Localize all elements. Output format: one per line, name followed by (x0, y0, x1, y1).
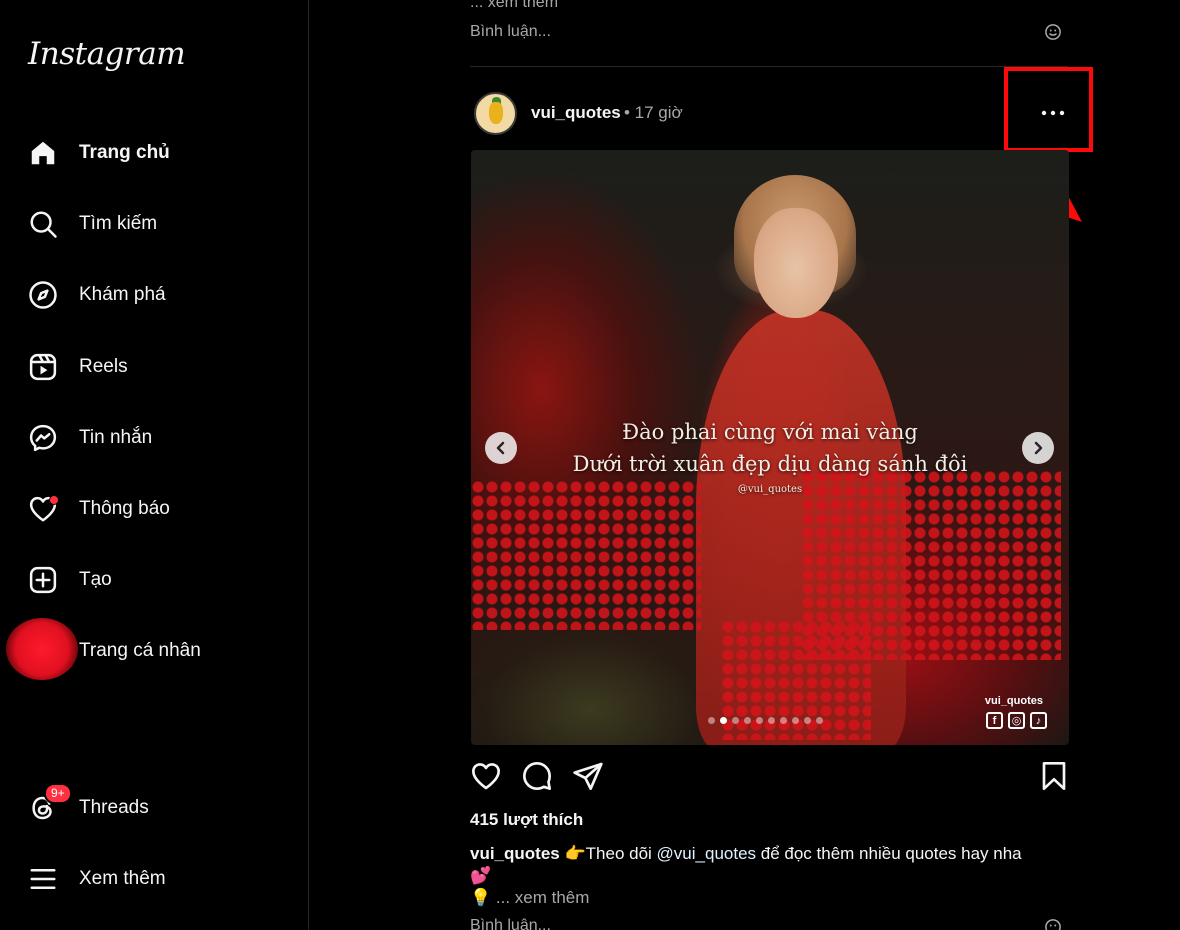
comment-icon[interactable] (521, 760, 553, 792)
sidebar-item-label: Tin nhắn (79, 427, 153, 448)
chevron-left-icon (496, 441, 505, 455)
instagram-logo[interactable]: Instagram (28, 36, 186, 72)
sidebar-item-label: Reels (79, 356, 128, 377)
sidebar-item-label: Xem thêm (79, 868, 166, 889)
comment-input[interactable]: Bình luận... (470, 917, 551, 930)
post-divider (470, 66, 1068, 67)
annotation-highlight-box (1004, 67, 1093, 152)
carousel-dot (756, 717, 763, 724)
sidebar-item-threads[interactable]: 9+ Threads (26, 783, 296, 830)
post-avatar[interactable] (474, 92, 517, 135)
sidebar-item-explore[interactable]: Khám phá (26, 273, 296, 317)
caption-text-end: để đọc thêm nhiều quotes hay nha (756, 844, 1022, 863)
emoji-icon[interactable] (1044, 918, 1062, 930)
notification-dot (49, 495, 59, 505)
image-quote-line-2: Dưới trời xuân đẹp dịu dàng sánh đôi (572, 452, 968, 476)
tiktok-icon: ♪ (1030, 712, 1047, 729)
post-caption: vui_quotes 👉Theo dõi @vui_quotes để đọc … (470, 843, 1068, 887)
carousel-dot (720, 717, 727, 724)
sidebar-item-label: Thông báo (79, 498, 170, 519)
sidebar-item-messages[interactable]: Tin nhắn (26, 416, 296, 460)
threads-icon: 9+ (26, 783, 72, 825)
sidebar-item-create[interactable]: Tạo (26, 558, 296, 602)
carousel-dot (744, 717, 751, 724)
carousel-dot (732, 717, 739, 724)
caption-emoji: 💕 (470, 866, 492, 885)
sidebar-item-label: Khám phá (79, 284, 166, 305)
sidebar-item-more[interactable]: Xem thêm (26, 857, 296, 901)
caption-more-link[interactable]: 💡 ... xem thêm (470, 888, 589, 908)
carousel-indicator (708, 717, 823, 724)
carousel-dot (804, 717, 811, 724)
post-image[interactable]: Đào phai cùng với mai vàng Dưới trời xuâ… (471, 150, 1069, 745)
carousel-dot (768, 717, 775, 724)
compass-icon (26, 278, 60, 312)
menu-icon (26, 862, 60, 896)
caption-text: 👉Theo dõi (564, 844, 657, 863)
heart-icon (26, 492, 60, 526)
caption-username[interactable]: vui_quotes (470, 844, 560, 863)
sidebar-item-profile[interactable]: Trang cá nhân (26, 629, 296, 673)
sidebar-item-label: Tạo (79, 569, 112, 590)
sidebar-item-label: Trang cá nhân (79, 640, 201, 661)
sidebar: Instagram Trang chủ Tìm kiếm Khám phá Re… (0, 0, 309, 930)
carousel-prev-button[interactable] (485, 432, 517, 464)
bookmark-icon[interactable] (1038, 760, 1070, 792)
reels-icon (26, 350, 60, 384)
carousel-dot (708, 717, 715, 724)
facebook-icon: f (986, 712, 1003, 729)
messenger-icon (26, 421, 60, 455)
carousel-dot (792, 717, 799, 724)
sidebar-item-notifications[interactable]: Thông báo (26, 487, 296, 531)
carousel-dot (780, 717, 787, 724)
sidebar-item-label: Trang chủ (79, 142, 170, 163)
previous-post-more-link[interactable]: ... xem thêm (470, 0, 558, 12)
chevron-right-icon (1034, 441, 1043, 455)
sidebar-item-label: Threads (79, 797, 149, 818)
sidebar-item-reels[interactable]: Reels (26, 345, 296, 389)
image-watermark: vui_quotes (984, 695, 1043, 707)
sidebar-item-home[interactable]: Trang chủ (26, 131, 296, 175)
threads-badge: 9+ (44, 783, 72, 804)
carousel-dot (816, 717, 823, 724)
like-count[interactable]: 415 lượt thích (470, 810, 583, 830)
post-username[interactable]: vui_quotes (531, 103, 621, 123)
previous-post-comment-input[interactable]: Bình luận... (470, 23, 551, 41)
watermark-social-icons: f ◎ ♪ (986, 712, 1047, 729)
share-icon[interactable] (572, 760, 604, 792)
search-icon (26, 207, 60, 241)
like-heart-icon[interactable] (470, 760, 502, 792)
caption-mention[interactable]: @vui_quotes (657, 844, 757, 863)
sidebar-item-search[interactable]: Tìm kiếm (26, 202, 296, 246)
instagram-icon: ◎ (1008, 712, 1025, 729)
emoji-icon[interactable] (1044, 23, 1062, 41)
sidebar-item-label: Tìm kiếm (79, 213, 158, 234)
home-icon (26, 136, 60, 170)
post-timestamp: • 17 giờ (624, 103, 683, 122)
plus-square-icon (26, 563, 60, 597)
image-quote-line-1: Đào phai cùng với mai vàng (622, 420, 918, 444)
image-handle: @vui_quotes (737, 484, 803, 495)
carousel-next-button[interactable] (1022, 432, 1054, 464)
